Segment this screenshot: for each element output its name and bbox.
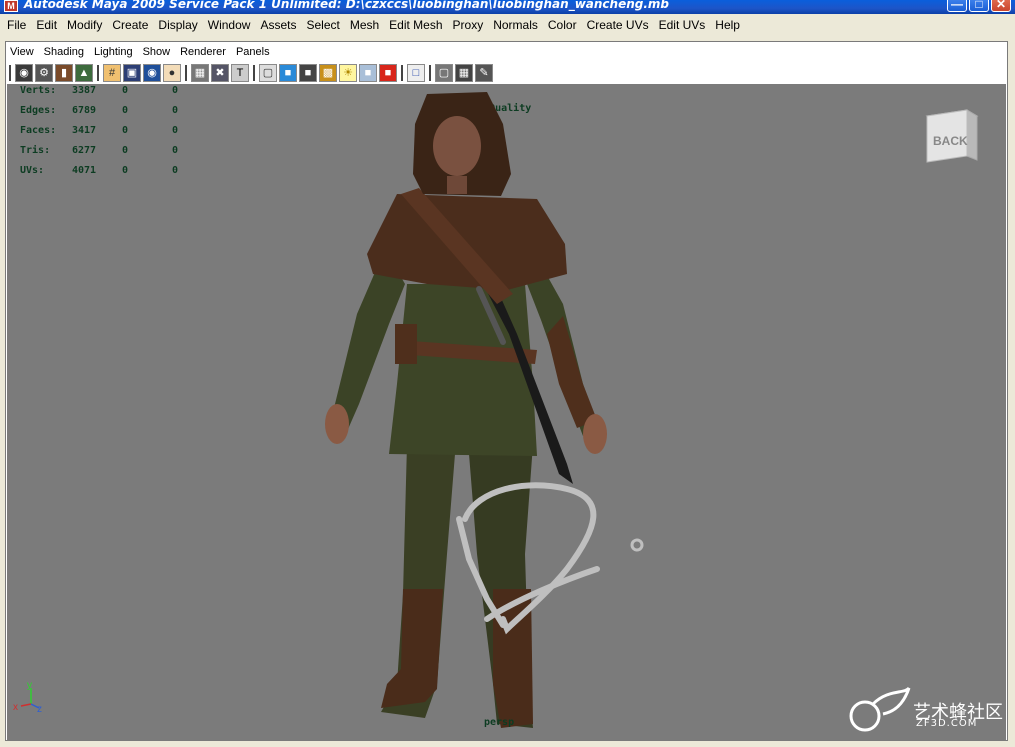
- flat-shade-icon[interactable]: ■: [299, 64, 317, 82]
- panel-menu-shading[interactable]: Shading: [39, 46, 89, 58]
- camera-attributes-icon[interactable]: ⚙: [35, 64, 53, 82]
- render-settings-icon[interactable]: ✎: [475, 64, 493, 82]
- menu-edit-mesh[interactable]: Edit Mesh: [384, 18, 447, 32]
- menu-modify[interactable]: Modify: [62, 18, 107, 32]
- axis-y-label: y: [27, 680, 32, 691]
- window-title: Autodesk Maya 2009 Service Pack 1 Unlimi…: [24, 0, 670, 11]
- grid-icon[interactable]: #: [103, 64, 121, 82]
- wireframe-icon[interactable]: ▦: [191, 64, 209, 82]
- hud-label: UVs:: [20, 164, 45, 176]
- perspective-viewport[interactable]: Verts: 3387 0 0 Edges: 6789 0 0 Faces: 3…: [7, 84, 1006, 740]
- hud-row-verts: Verts: 3387 0 0: [20, 84, 202, 100]
- axis-x-label: x: [13, 702, 18, 713]
- image-plane-icon[interactable]: ▲: [75, 64, 93, 82]
- hud-value: 3417: [72, 124, 97, 136]
- poly-count-hud: Verts: 3387 0 0 Edges: 6789 0 0 Faces: 3…: [20, 84, 202, 180]
- menu-display[interactable]: Display: [153, 18, 202, 32]
- maximize-button[interactable]: □: [969, 0, 989, 12]
- hud-row-tris: Tris: 6277 0 0: [20, 140, 202, 160]
- menu-window[interactable]: Window: [203, 18, 256, 32]
- uv-icon[interactable]: ✖: [211, 64, 229, 82]
- menu-mesh[interactable]: Mesh: [345, 18, 384, 32]
- camera-name-label: persp: [484, 717, 515, 728]
- isolate-select-icon[interactable]: □: [407, 64, 425, 82]
- hud-value: 6277: [72, 144, 97, 156]
- toolbar-separator: [185, 65, 187, 81]
- xray-icon[interactable]: ■: [359, 64, 377, 82]
- hud-value: 0: [172, 124, 179, 136]
- menu-edit-uvs[interactable]: Edit UVs: [654, 18, 711, 32]
- axis-z-label: z: [37, 704, 42, 714]
- gate-mask-icon[interactable]: ●: [163, 64, 181, 82]
- smooth-shade-icon[interactable]: ■: [279, 64, 297, 82]
- hud-label: Tris:: [20, 144, 51, 156]
- hud-value: 0: [172, 104, 179, 116]
- minimize-button[interactable]: —: [947, 0, 967, 12]
- watermark: 艺术蜂社区 ZF3D.COM: [843, 684, 1006, 740]
- menu-file[interactable]: File: [0, 18, 31, 32]
- menu-normals[interactable]: Normals: [488, 18, 543, 32]
- panel-menu-panels[interactable]: Panels: [231, 46, 275, 58]
- xray-joints-icon[interactable]: ▢: [435, 64, 453, 82]
- hud-row-faces: Faces: 3417 0 0: [20, 120, 202, 140]
- hud-value: 4071: [72, 164, 97, 176]
- menu-select[interactable]: Select: [301, 18, 344, 32]
- hud-value: 0: [122, 84, 129, 96]
- toolbar-separator: [253, 65, 255, 81]
- toolbar-separator: [401, 65, 403, 81]
- hud-value: 0: [122, 164, 129, 176]
- close-button[interactable]: ✕: [991, 0, 1011, 12]
- textured-icon[interactable]: ▩: [319, 64, 337, 82]
- text-icon[interactable]: T: [231, 64, 249, 82]
- hud-value: 0: [122, 104, 129, 116]
- menu-create-uvs[interactable]: Create UVs: [582, 18, 654, 32]
- hud-row-uvs: UVs: 4071 0 0: [20, 160, 202, 180]
- maya-icon[interactable]: M: [4, 0, 18, 12]
- main-menubar: File Edit Modify Create Display Window A…: [0, 14, 1015, 36]
- wireframe-shaded-icon[interactable]: ▢: [259, 64, 277, 82]
- toolbar-separator: [429, 65, 431, 81]
- axis-gizmo: y x z: [13, 680, 42, 714]
- grease-pencil-stroke: [456, 482, 644, 635]
- hud-value: 0: [172, 164, 179, 176]
- bookmark-icon[interactable]: ▮: [55, 64, 73, 82]
- menu-help[interactable]: Help: [710, 18, 745, 32]
- toolbar-separator: [9, 65, 11, 81]
- menu-proxy[interactable]: Proxy: [448, 18, 489, 32]
- hud-value: 3387: [72, 84, 97, 96]
- hud-label: Faces:: [20, 124, 57, 136]
- lights-icon[interactable]: ☀: [339, 64, 357, 82]
- menu-assets[interactable]: Assets: [255, 18, 301, 32]
- hud-row-edges: Edges: 6789 0 0: [20, 100, 202, 120]
- panel-menu-lighting[interactable]: Lighting: [89, 46, 138, 58]
- hud-value: 0: [172, 144, 179, 156]
- panel-menu-renderer[interactable]: Renderer: [175, 46, 231, 58]
- hud-icon[interactable]: ▦: [455, 64, 473, 82]
- hud-value: 0: [122, 144, 129, 156]
- camera-icon[interactable]: ◉: [15, 64, 33, 82]
- hud-label: Edges:: [20, 104, 57, 116]
- title-bar: M Autodesk Maya 2009 Service Pack 1 Unli…: [0, 0, 1015, 14]
- menu-edit[interactable]: Edit: [31, 18, 62, 32]
- view-cube-face-label: BACK: [933, 134, 968, 148]
- character-model[interactable]: [297, 84, 617, 740]
- resolution-gate-icon[interactable]: ◉: [143, 64, 161, 82]
- toolbar-separator: [97, 65, 99, 81]
- menu-create[interactable]: Create: [107, 18, 153, 32]
- hud-label: Verts:: [20, 84, 57, 96]
- backface-icon[interactable]: ■: [379, 64, 397, 82]
- panel-menu-view[interactable]: View: [5, 46, 39, 58]
- view-cube[interactable]: BACK: [919, 104, 985, 176]
- hud-value: 0: [122, 124, 129, 136]
- panel-toolbar: ◉ ⚙ ▮ ▲ # ▣ ◉ ● ▦ ✖ T ▢ ■ ■ ▩ ☀ ■ ■ □ ▢ …: [6, 62, 1006, 84]
- watermark-logo-icon: [849, 686, 911, 732]
- hud-value: 0: [172, 84, 179, 96]
- film-gate-icon[interactable]: ▣: [123, 64, 141, 82]
- panel-menubar: View Shading Lighting Show Renderer Pane…: [5, 42, 275, 62]
- menu-color[interactable]: Color: [543, 18, 582, 32]
- panel-menu-show[interactable]: Show: [138, 46, 176, 58]
- watermark-subtext: ZF3D.COM: [916, 718, 978, 729]
- hud-value: 6789: [72, 104, 97, 116]
